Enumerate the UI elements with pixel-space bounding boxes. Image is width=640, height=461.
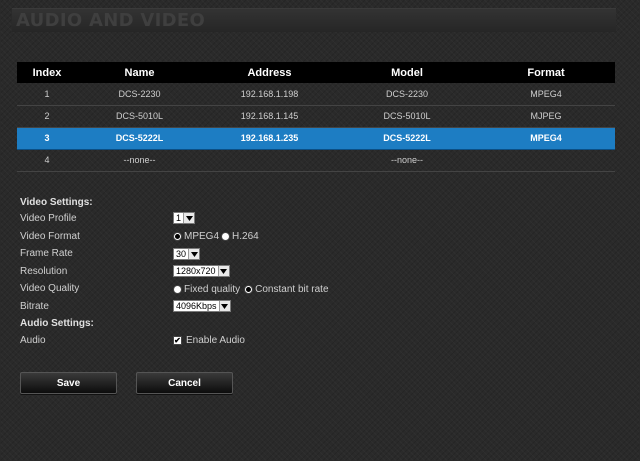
chevron-down-icon <box>217 266 229 276</box>
mpeg4-radio[interactable] <box>173 232 182 241</box>
bitrate-dropdown[interactable]: 4096Kbps <box>173 300 231 312</box>
cell-address: 192.168.1.145 <box>202 105 337 128</box>
fixed-quality-radio-label: Fixed quality <box>184 284 241 295</box>
video-format-radio-group: MPEG4 H.264 <box>173 231 259 242</box>
enable-audio-control[interactable]: ✔ Enable Audio <box>173 335 245 346</box>
header-name: Name <box>77 62 202 83</box>
table-row[interactable]: 2 DCS-5010L 192.168.1.145 DCS-5010L MJPE… <box>17 105 615 128</box>
cell-model: DCS-5010L <box>337 105 477 128</box>
fixed-quality-radio[interactable] <box>173 285 182 294</box>
cell-format: MPEG4 <box>477 126 615 150</box>
cell-name: DCS-5010L <box>77 105 202 128</box>
cell-address: 192.168.1.235 <box>202 126 337 150</box>
video-profile-label: Video Profile <box>20 213 77 224</box>
chevron-down-icon <box>188 249 200 259</box>
bitrate-label: Bitrate <box>20 301 49 312</box>
device-table: Index Name Address Model Format 1 DCS-22… <box>17 62 615 172</box>
cell-model: --none-- <box>337 149 477 172</box>
h264-radio[interactable] <box>221 232 231 241</box>
bitrate-value: 4096Kbps <box>176 301 217 311</box>
table-header-row: Index Name Address Model Format <box>17 62 615 83</box>
table-row-selected[interactable]: 3 DCS-5222L 192.168.1.235 DCS-5222L MPEG… <box>17 126 615 150</box>
frame-rate-label: Frame Rate <box>20 248 73 259</box>
bitrate-select[interactable]: 4096Kbps <box>173 300 231 312</box>
video-quality-label: Video Quality <box>20 283 80 294</box>
video-profile-value: 1 <box>176 213 182 223</box>
save-button[interactable]: Save <box>20 372 117 394</box>
header-model: Model <box>337 62 477 83</box>
cell-model: DCS-2230 <box>337 83 477 106</box>
page-title: AUDIO AND VIDEO <box>16 10 206 31</box>
cell-name: --none-- <box>77 149 202 172</box>
header-format: Format <box>477 62 615 83</box>
table-row[interactable]: 4 --none-- --none-- <box>17 149 615 172</box>
video-settings-heading: Video Settings: <box>20 197 93 208</box>
cell-format: MJPEG <box>477 105 615 128</box>
video-profile-select[interactable]: 1 <box>173 212 196 224</box>
title-bar: AUDIO AND VIDEO <box>12 8 616 32</box>
h264-radio-label: H.264 <box>232 231 259 242</box>
frame-rate-value: 30 <box>176 249 187 259</box>
table-row[interactable]: 1 DCS-2230 192.168.1.198 DCS-2230 MPEG4 <box>17 83 615 106</box>
constant-bit-rate-radio-label: Constant bit rate <box>255 284 329 295</box>
resolution-dropdown[interactable]: 1280x720 <box>173 265 230 277</box>
resolution-label: Resolution <box>20 266 68 277</box>
resolution-select[interactable]: 1280x720 <box>173 265 230 277</box>
cell-index: 4 <box>17 149 77 172</box>
mpeg4-radio-label: MPEG4 <box>184 231 220 242</box>
cell-index: 2 <box>17 105 77 128</box>
cell-index: 1 <box>17 83 77 106</box>
video-quality-radio-group: Fixed quality Constant bit rate <box>173 284 329 295</box>
video-profile-dropdown[interactable]: 1 <box>173 212 196 224</box>
chevron-down-icon <box>218 301 230 311</box>
cell-address <box>202 149 337 172</box>
frame-rate-select[interactable]: 30 <box>173 248 201 260</box>
header-address: Address <box>202 62 337 83</box>
cell-format <box>477 149 615 172</box>
cell-address: 192.168.1.198 <box>202 83 337 106</box>
enable-audio-label: Enable Audio <box>186 335 245 346</box>
cell-index: 3 <box>17 126 77 150</box>
audio-label: Audio <box>20 335 46 346</box>
frame-rate-dropdown[interactable]: 30 <box>173 248 201 260</box>
cancel-button[interactable]: Cancel <box>136 372 233 394</box>
video-format-label: Video Format <box>20 231 80 242</box>
constant-bit-rate-radio[interactable] <box>244 285 254 294</box>
cell-name: DCS-5222L <box>77 126 202 150</box>
resolution-value: 1280x720 <box>176 266 216 276</box>
enable-audio-checkbox[interactable]: ✔ <box>173 336 182 345</box>
audio-settings-heading: Audio Settings: <box>20 318 94 329</box>
chevron-down-icon <box>183 213 195 223</box>
cell-model: DCS-5222L <box>337 126 477 150</box>
cell-format: MPEG4 <box>477 83 615 106</box>
cell-name: DCS-2230 <box>77 83 202 106</box>
header-index: Index <box>17 62 77 83</box>
